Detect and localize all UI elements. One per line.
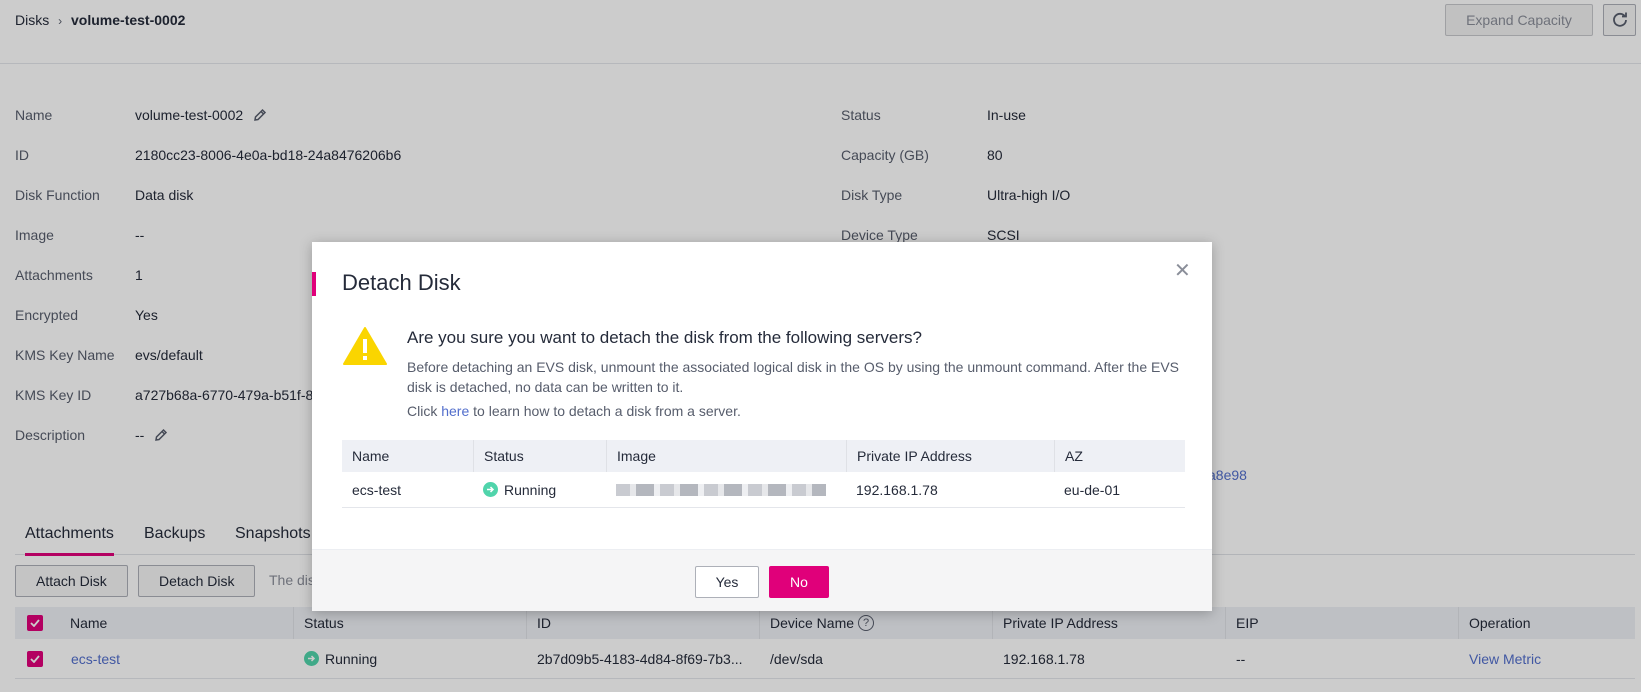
yes-button[interactable]: Yes [695, 566, 759, 598]
status-label: Running [504, 481, 557, 498]
dialog-title: Detach Disk [342, 270, 461, 295]
confirm-question: Are you sure you want to detach the disk… [407, 328, 922, 347]
close-icon[interactable]: ✕ [1174, 258, 1191, 283]
server-status: Running [483, 472, 556, 507]
warning-icon [343, 327, 387, 365]
col-header-image: Image [606, 440, 846, 472]
private-ip: 192.168.1.78 [856, 481, 938, 498]
col-header-status: Status [473, 440, 606, 472]
availability-zone: eu-de-01 [1064, 481, 1121, 498]
server-name: ecs-test [352, 481, 402, 498]
detach-disk-dialog: Detach Disk ✕ Are you sure you want to d… [312, 242, 1212, 611]
redacted-image-name [616, 483, 826, 496]
running-status-icon [483, 482, 498, 497]
col-header-az: AZ [1054, 440, 1185, 472]
col-header-private-ip: Private IP Address [846, 440, 1054, 472]
help-here-link[interactable]: here [441, 403, 469, 419]
col-header-name: Name [352, 448, 390, 464]
help-prefix: Click [407, 403, 438, 419]
no-button[interactable]: No [769, 566, 829, 598]
servers-table: Name Status Image Private IP Address AZ … [342, 440, 1185, 508]
help-suffix: to learn how to detach a disk from a ser… [473, 403, 741, 419]
server-image [616, 472, 826, 507]
table-row: ecs-test Running 192.168.1.78 eu-de-01 [342, 472, 1185, 508]
table-header: Name Status Image Private IP Address AZ [342, 440, 1185, 472]
dialog-footer: Yes No [312, 549, 1212, 611]
help-line: Click here to learn how to detach a disk… [407, 403, 741, 419]
confirm-description: Before detaching an EVS disk, unmount th… [407, 359, 1180, 395]
title-accent-bar [312, 272, 316, 296]
